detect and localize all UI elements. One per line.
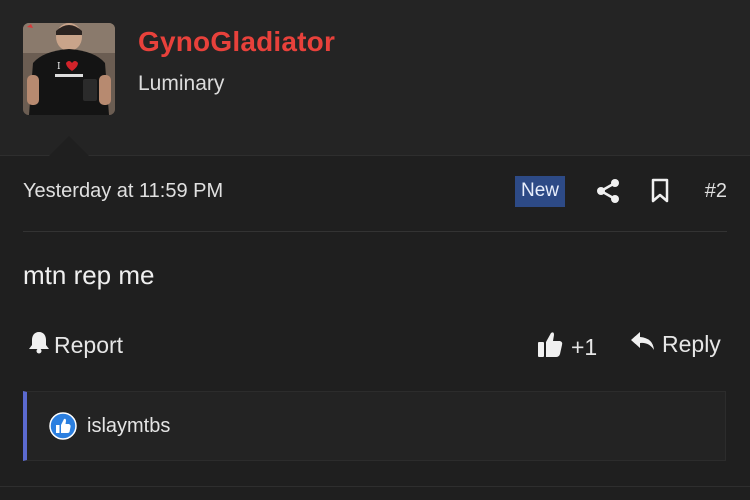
post-actions: Report +1 Reply xyxy=(0,326,750,366)
thumbs-up-icon xyxy=(537,330,563,364)
post-timestamp[interactable]: Yesterday at 11:59 PM xyxy=(23,180,223,203)
svg-text:I: I xyxy=(57,62,61,72)
thumbs-up-reaction-icon xyxy=(49,412,77,440)
avatar-pointer xyxy=(49,136,89,156)
like-count: +1 xyxy=(571,333,598,360)
share-icon[interactable] xyxy=(596,178,620,204)
reply-arrow-icon xyxy=(630,330,656,358)
author-username[interactable]: GynoGladiator xyxy=(138,26,335,58)
post-bottom-divider xyxy=(0,486,750,487)
avatar[interactable]: I xyxy=(23,23,115,115)
report-button[interactable]: Report xyxy=(28,330,123,360)
bookmark-icon[interactable] xyxy=(650,178,670,204)
author-user-title: Luminary xyxy=(138,72,225,95)
reactions-bar[interactable]: islaymtbs xyxy=(23,391,726,461)
post-message: mtn rep me xyxy=(23,260,155,290)
like-button[interactable]: +1 xyxy=(537,330,597,364)
new-badge: New xyxy=(515,176,566,207)
meta-divider xyxy=(23,231,727,232)
reaction-username[interactable]: islaymtbs xyxy=(87,415,170,438)
reply-label: Reply xyxy=(662,330,721,357)
post-author-header: I GynoGladiator Luminary xyxy=(0,0,750,156)
bell-icon xyxy=(28,330,50,360)
post-number-link[interactable]: #2 xyxy=(705,180,727,203)
reply-button[interactable]: Reply xyxy=(630,330,721,358)
avatar-photo: I xyxy=(23,23,115,115)
post-meta-row: Yesterday at 11:59 PM New #2 xyxy=(23,172,727,214)
report-label: Report xyxy=(54,331,124,358)
